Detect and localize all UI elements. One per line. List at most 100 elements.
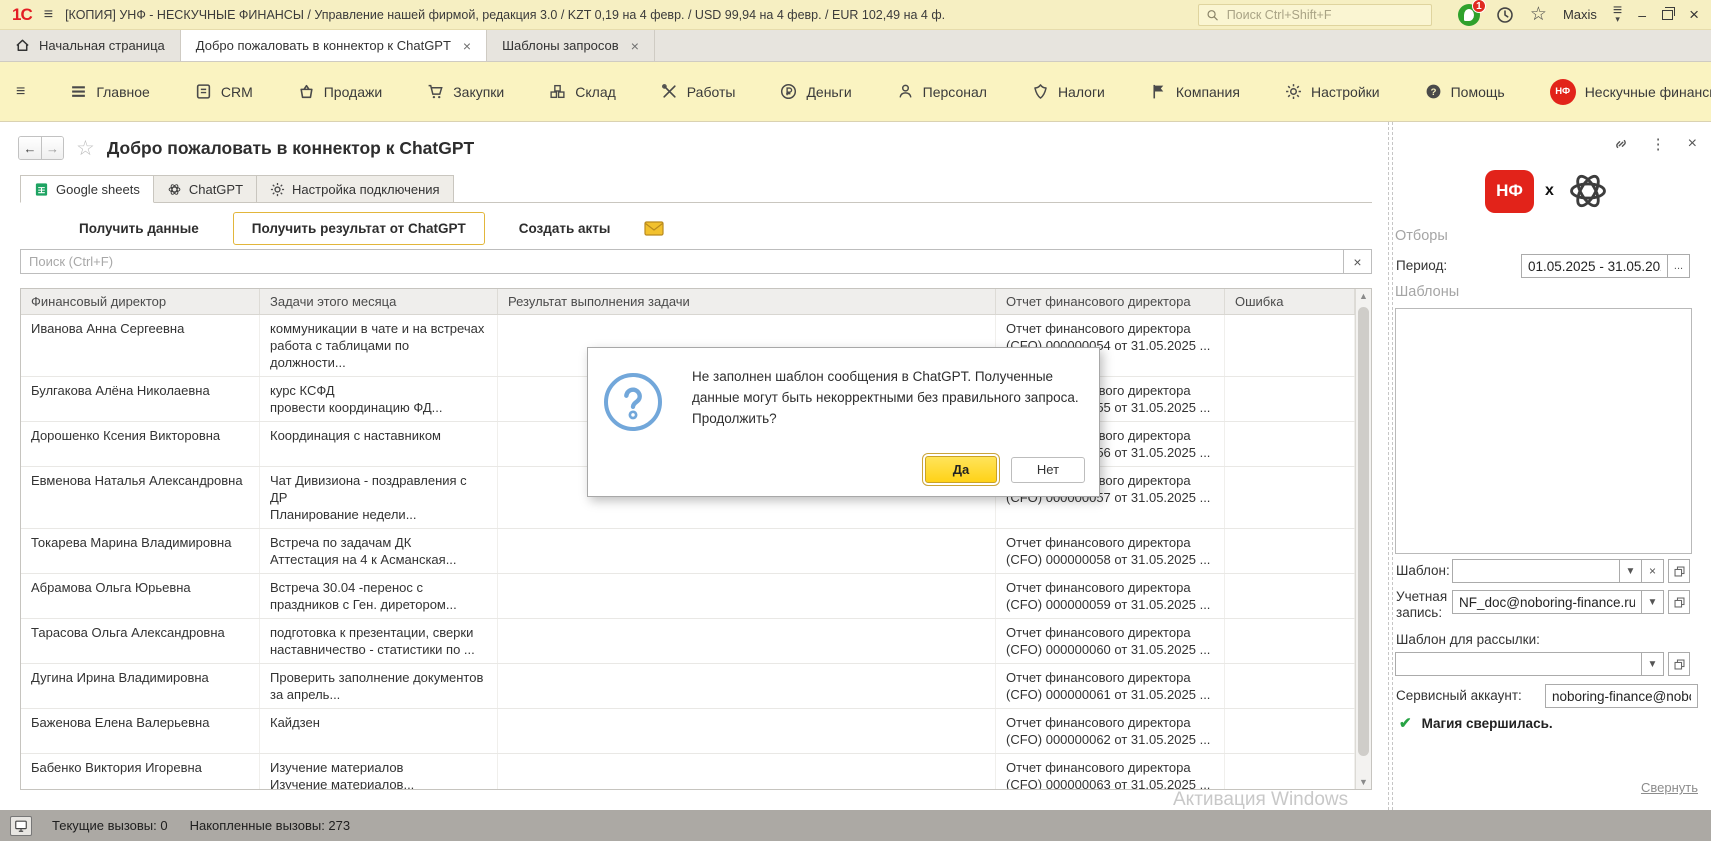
ribbon-item-sales[interactable]: Продажи — [298, 83, 382, 100]
cell-tasks[interactable]: подготовка к презентации, сверки наставн… — [260, 619, 498, 663]
cell-report[interactable]: Отчет финансового директора (CFO) 000000… — [996, 754, 1225, 789]
ribbon-item-purchases[interactable]: Закупки — [427, 83, 504, 100]
scroll-down-icon[interactable]: ▼ — [1356, 777, 1371, 787]
cell-tasks[interactable]: Встреча 30.04 -перенос с праздников с Ге… — [260, 574, 498, 618]
ribbon-item-staff[interactable]: Персонал — [897, 83, 987, 100]
create-acts-button[interactable]: Создать акты — [515, 215, 615, 242]
period-input[interactable] — [1521, 254, 1668, 278]
cell-financial-director[interactable]: Бабенко Виктория Игоревна — [21, 754, 260, 789]
cell-financial-director[interactable]: Тарасова Ольга Александровна — [21, 619, 260, 663]
cell-result[interactable] — [498, 709, 996, 753]
cell-error[interactable] — [1225, 754, 1355, 789]
template-input[interactable] — [1452, 559, 1620, 583]
cell-report[interactable]: Отчет финансового директора (CFO) 000000… — [996, 574, 1225, 618]
service-account-input[interactable] — [1545, 684, 1698, 708]
period-field[interactable]: ... — [1521, 254, 1690, 278]
period-more-button[interactable]: ... — [1668, 254, 1690, 278]
cell-financial-director[interactable]: Иванова Анна Сергеевна — [21, 315, 260, 376]
close-tab-icon[interactable]: × — [463, 38, 471, 54]
get-chatgpt-result-button[interactable]: Получить результат от ChatGPT — [233, 212, 485, 245]
column-header-1[interactable]: Задачи этого месяца — [260, 289, 498, 314]
minimize-button[interactable]: – — [1638, 7, 1646, 23]
cell-tasks[interactable]: Изучение материалов Изучение материалов.… — [260, 754, 498, 789]
scroll-up-icon[interactable]: ▲ — [1356, 291, 1371, 301]
cell-error[interactable] — [1225, 422, 1355, 466]
service-account-field[interactable] — [1545, 684, 1698, 708]
no-button[interactable]: Нет — [1011, 457, 1085, 483]
cell-tasks[interactable]: коммуникации в чате и на встречах работа… — [260, 315, 498, 376]
cell-error[interactable] — [1225, 529, 1355, 573]
table-row-8[interactable]: Баженова Елена ВалерьевнаКайдзенОтчет фи… — [21, 709, 1355, 754]
close-window-button[interactable]: × — [1689, 8, 1699, 22]
performance-icon[interactable] — [10, 816, 32, 836]
ribbon-item-settings[interactable]: Настройки — [1285, 83, 1380, 100]
table-row-9[interactable]: Бабенко Виктория ИгоревнаИзучение матери… — [21, 754, 1355, 789]
global-search-input[interactable] — [1225, 7, 1424, 23]
mailing-open-icon[interactable] — [1668, 652, 1690, 676]
ribbon-item-nf[interactable]: НФНескучные финансы — [1550, 79, 1711, 105]
history-icon[interactable] — [1496, 6, 1514, 24]
table-row-7[interactable]: Дугина Ирина ВладимировнаПроверить запол… — [21, 664, 1355, 709]
table-row-5[interactable]: Абрамова Ольга ЮрьевнаВстреча 30.04 -пер… — [21, 574, 1355, 619]
cell-result[interactable] — [498, 529, 996, 573]
cell-tasks[interactable]: Кайдзен — [260, 709, 498, 753]
table-search-input[interactable] — [20, 249, 1344, 274]
mailing-template-input[interactable] — [1395, 652, 1642, 676]
cell-financial-director[interactable]: Токарева Марина Владимировна — [21, 529, 260, 573]
cell-tasks[interactable]: курс КСФД провести координацию ФД... — [260, 377, 498, 421]
envelope-icon[interactable] — [644, 221, 664, 236]
cell-tasks[interactable]: Координация с наставником — [260, 422, 498, 466]
yes-button[interactable]: Да — [925, 456, 997, 483]
cell-error[interactable] — [1225, 315, 1355, 376]
content-tab-1[interactable]: ChatGPT — [154, 175, 257, 203]
template-dropdown-icon[interactable]: ▼ — [1620, 559, 1642, 583]
cell-report[interactable]: Отчет финансового директора (CFO) 000000… — [996, 619, 1225, 663]
collapse-link[interactable]: Свернуть — [1641, 780, 1698, 795]
ribbon-item-main[interactable]: Главное — [70, 83, 150, 100]
account-input[interactable] — [1452, 590, 1642, 614]
cell-financial-director[interactable]: Евменова Наталья Александровна — [21, 467, 260, 528]
sections-menu-icon[interactable]: ≡ — [16, 83, 25, 101]
restore-button[interactable] — [1662, 10, 1673, 20]
clear-search-button[interactable]: × — [1344, 249, 1372, 274]
cell-financial-director[interactable]: Дорошенко Ксения Викторовна — [21, 422, 260, 466]
cell-tasks[interactable]: Чат Дивизиона - поздравления с ДР Планир… — [260, 467, 498, 528]
ribbon-item-help[interactable]: Помощь — [1425, 83, 1505, 100]
cell-tasks[interactable]: Встреча по задачам ДК Аттестация на 4 к … — [260, 529, 498, 573]
cell-financial-director[interactable]: Баженова Елена Валерьевна — [21, 709, 260, 753]
account-dropdown-icon[interactable]: ▼ — [1642, 590, 1664, 614]
table-vertical-scrollbar[interactable]: ▲ ▼ — [1355, 289, 1371, 789]
notifications-icon[interactable]: 1 — [1458, 4, 1480, 26]
column-header-4[interactable]: Ошибка — [1225, 289, 1355, 314]
cell-financial-director[interactable]: Дугина Ирина Владимировна — [21, 664, 260, 708]
template-clear-icon[interactable]: × — [1642, 559, 1664, 583]
content-tab-0[interactable]: Google sheets — [20, 175, 154, 203]
account-field[interactable]: ▼ — [1452, 590, 1690, 614]
cell-error[interactable] — [1225, 619, 1355, 663]
window-tab-1[interactable]: Добро пожаловать в коннектор к ChatGPT× — [181, 30, 487, 61]
cell-result[interactable] — [498, 664, 996, 708]
scrollbar-thumb[interactable] — [1358, 307, 1369, 756]
template-field[interactable]: ▼ × — [1452, 559, 1690, 583]
cell-error[interactable] — [1225, 467, 1355, 528]
template-open-icon[interactable] — [1668, 559, 1690, 583]
cell-financial-director[interactable]: Абрамова Ольга Юрьевна — [21, 574, 260, 618]
global-search[interactable] — [1198, 4, 1432, 26]
ribbon-item-company[interactable]: Компания — [1150, 83, 1240, 100]
column-header-3[interactable]: Отчет финансового директора — [996, 289, 1225, 314]
ribbon-item-money[interactable]: Деньги — [780, 83, 851, 100]
cell-report[interactable]: Отчет финансового директора (CFO) 000000… — [996, 529, 1225, 573]
window-tab-0[interactable]: Начальная страница — [0, 30, 181, 61]
table-row-4[interactable]: Токарева Марина ВладимировнаВстреча по з… — [21, 529, 1355, 574]
get-data-button[interactable]: Получить данные — [75, 215, 203, 242]
main-menu-icon[interactable]: ≡ — [44, 6, 53, 24]
forward-button[interactable]: → — [41, 137, 63, 159]
cell-financial-director[interactable]: Булгакова Алёна Николаевна — [21, 377, 260, 421]
mailing-template-field[interactable]: ▼ — [1395, 652, 1690, 676]
mailing-dropdown-icon[interactable]: ▼ — [1642, 652, 1664, 676]
templates-list[interactable] — [1395, 308, 1692, 554]
cell-result[interactable] — [498, 754, 996, 789]
cell-error[interactable] — [1225, 709, 1355, 753]
ribbon-item-crm[interactable]: CRM — [195, 83, 253, 100]
close-tab-icon[interactable]: × — [631, 38, 639, 54]
